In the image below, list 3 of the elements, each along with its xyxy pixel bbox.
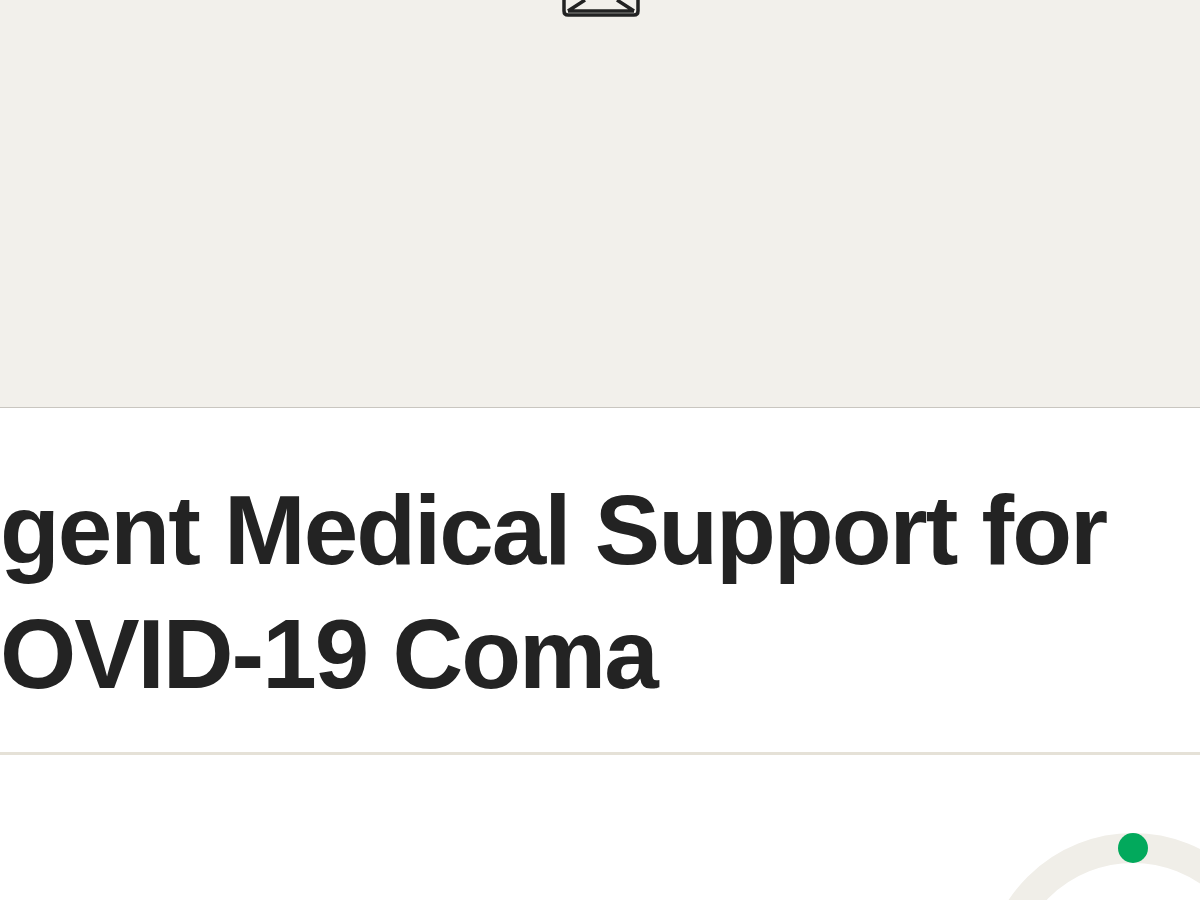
image-placeholder-icon (560, 0, 641, 17)
progress-dot (1118, 833, 1148, 863)
campaign-title: gent Medical Support for OVID-19 Coma (0, 474, 1108, 711)
